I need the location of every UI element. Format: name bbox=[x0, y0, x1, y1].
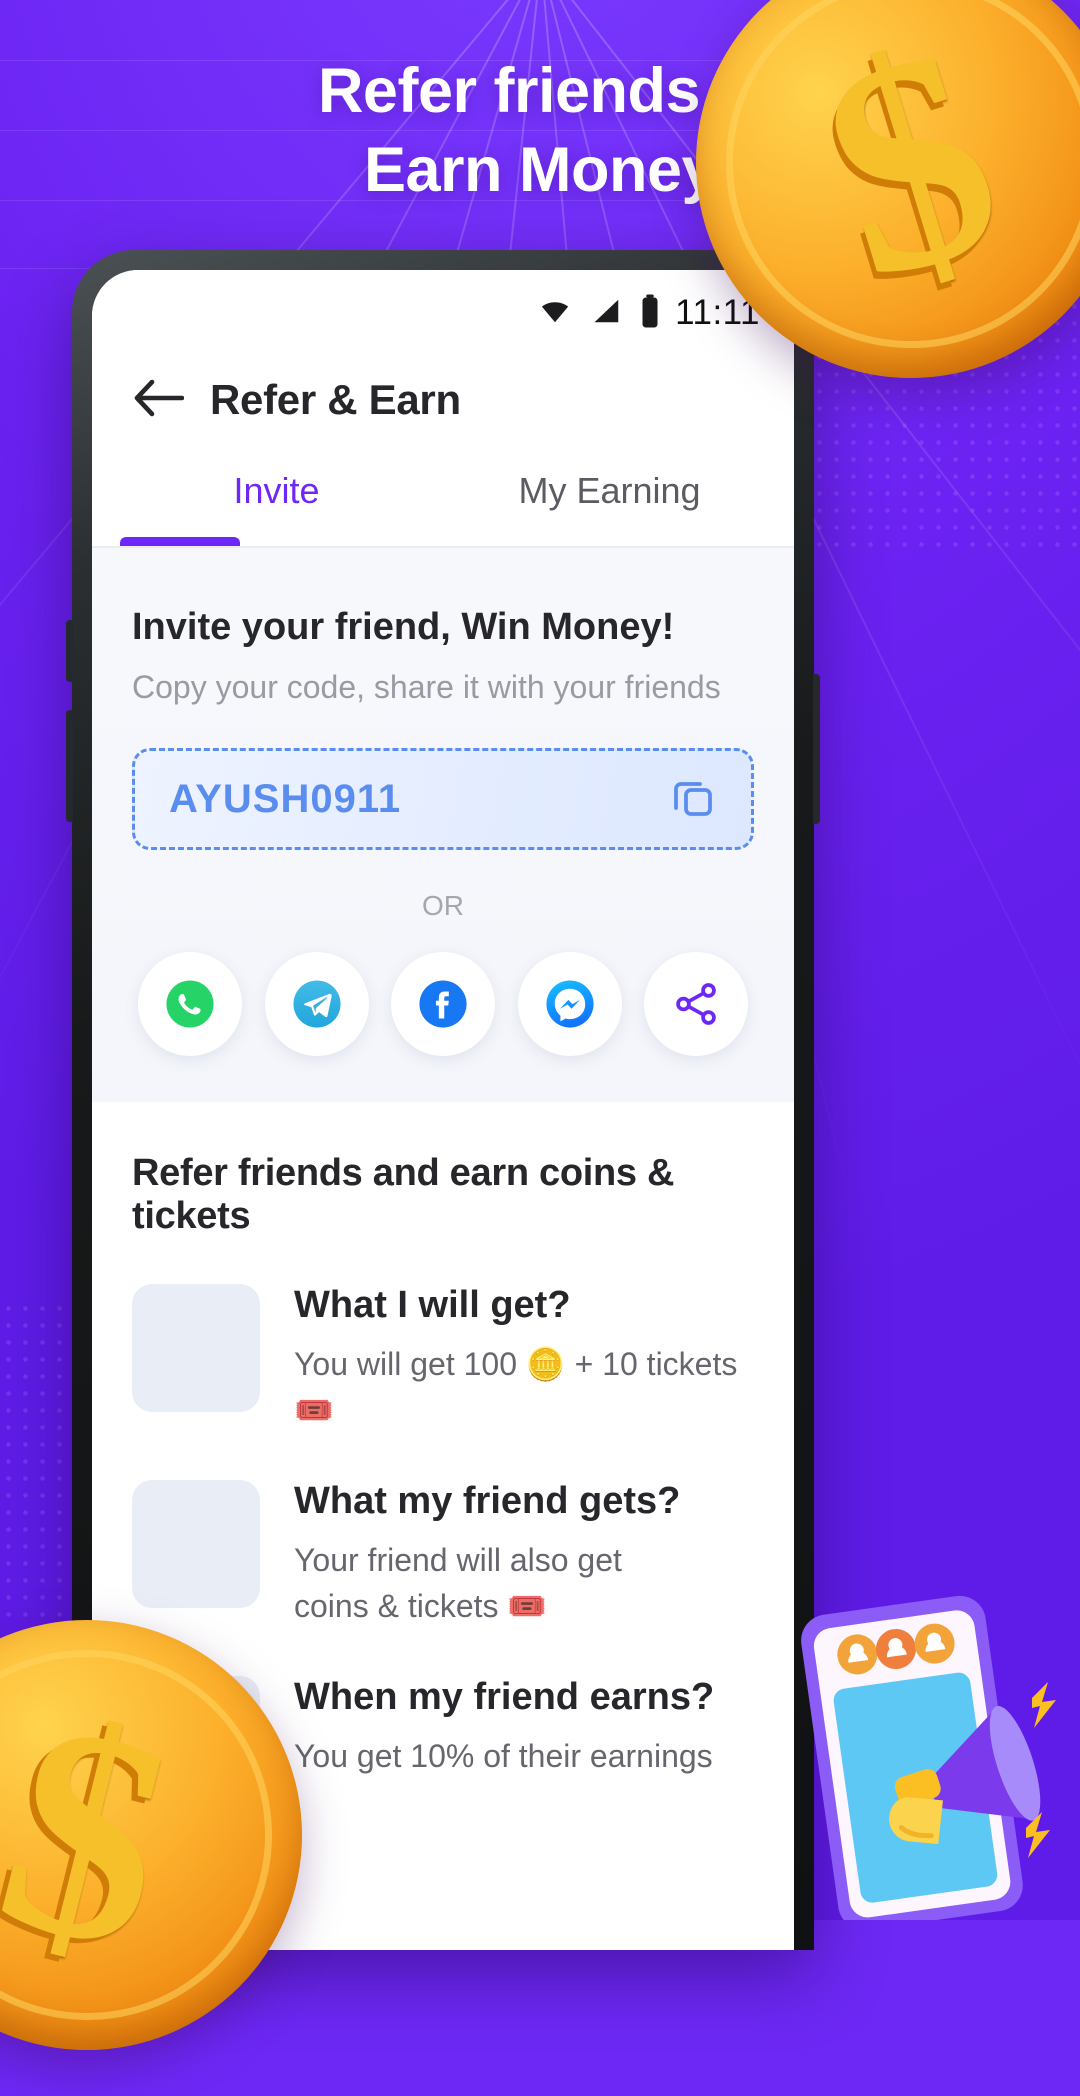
share-more-button[interactable] bbox=[644, 952, 748, 1056]
or-separator-label: OR bbox=[422, 890, 464, 921]
referral-code-box[interactable]: AYUSH0911 bbox=[132, 748, 754, 850]
tab-active-indicator bbox=[119, 537, 240, 546]
telegram-icon bbox=[292, 980, 341, 1028]
copy-icon[interactable] bbox=[669, 773, 717, 826]
invite-subheading: Copy your code, share it with your frien… bbox=[132, 669, 721, 705]
invite-heading: Invite your friend, Win Money! bbox=[132, 606, 675, 648]
whatsapp-icon bbox=[166, 980, 214, 1028]
benefit-description: You will get 100 🪙 + 10 tickets 🎟️ bbox=[294, 1346, 738, 1429]
tab-invite[interactable]: Invite bbox=[110, 454, 443, 546]
battery-icon bbox=[639, 293, 661, 334]
benefit-thumbnail bbox=[132, 1479, 260, 1608]
list-item[interactable]: What I will get? You will get 100 🪙 + 10… bbox=[132, 1284, 754, 1434]
share-options-row bbox=[132, 952, 754, 1056]
app-bar: Refer & Earn bbox=[92, 342, 794, 454]
share-icon bbox=[676, 983, 716, 1025]
facebook-icon bbox=[419, 980, 467, 1028]
phone-button-right bbox=[813, 674, 820, 824]
invite-panel: Invite your friend, Win Money! Copy your… bbox=[92, 548, 794, 1102]
share-facebook-button[interactable] bbox=[391, 952, 495, 1056]
tab-my-earning[interactable]: My Earning bbox=[443, 454, 776, 546]
arrow-left-icon[interactable] bbox=[132, 378, 185, 423]
benefit-title: What my friend gets? bbox=[294, 1479, 681, 1522]
list-item[interactable]: What my friend gets? Your friend will al… bbox=[132, 1479, 754, 1630]
status-bar: 11:11 bbox=[92, 270, 794, 342]
cellular-signal-icon bbox=[589, 296, 625, 331]
share-telegram-button[interactable] bbox=[264, 952, 369, 1056]
messenger-icon bbox=[545, 980, 594, 1028]
benefit-title: What I will get? bbox=[294, 1284, 571, 1326]
benefit-description: You get 10% of their earnings bbox=[294, 1737, 713, 1774]
phone-button-left bbox=[66, 620, 73, 682]
benefit-description: Your friend will also get coins & ticket… bbox=[294, 1541, 622, 1625]
page-title: Refer & Earn bbox=[210, 376, 461, 423]
benefit-thumbnail bbox=[132, 1284, 260, 1412]
wifi-icon bbox=[535, 296, 575, 331]
referral-code-value: AYUSH0911 bbox=[169, 776, 402, 821]
tab-bar: Invite My Earning bbox=[92, 454, 794, 546]
share-whatsapp-button[interactable] bbox=[138, 952, 242, 1056]
benefits-section-title: Refer friends and earn coins & tickets bbox=[132, 1152, 675, 1237]
phone-button-left bbox=[66, 710, 73, 822]
benefit-title: When my friend earns? bbox=[294, 1675, 715, 1718]
share-messenger-button[interactable] bbox=[517, 952, 622, 1056]
